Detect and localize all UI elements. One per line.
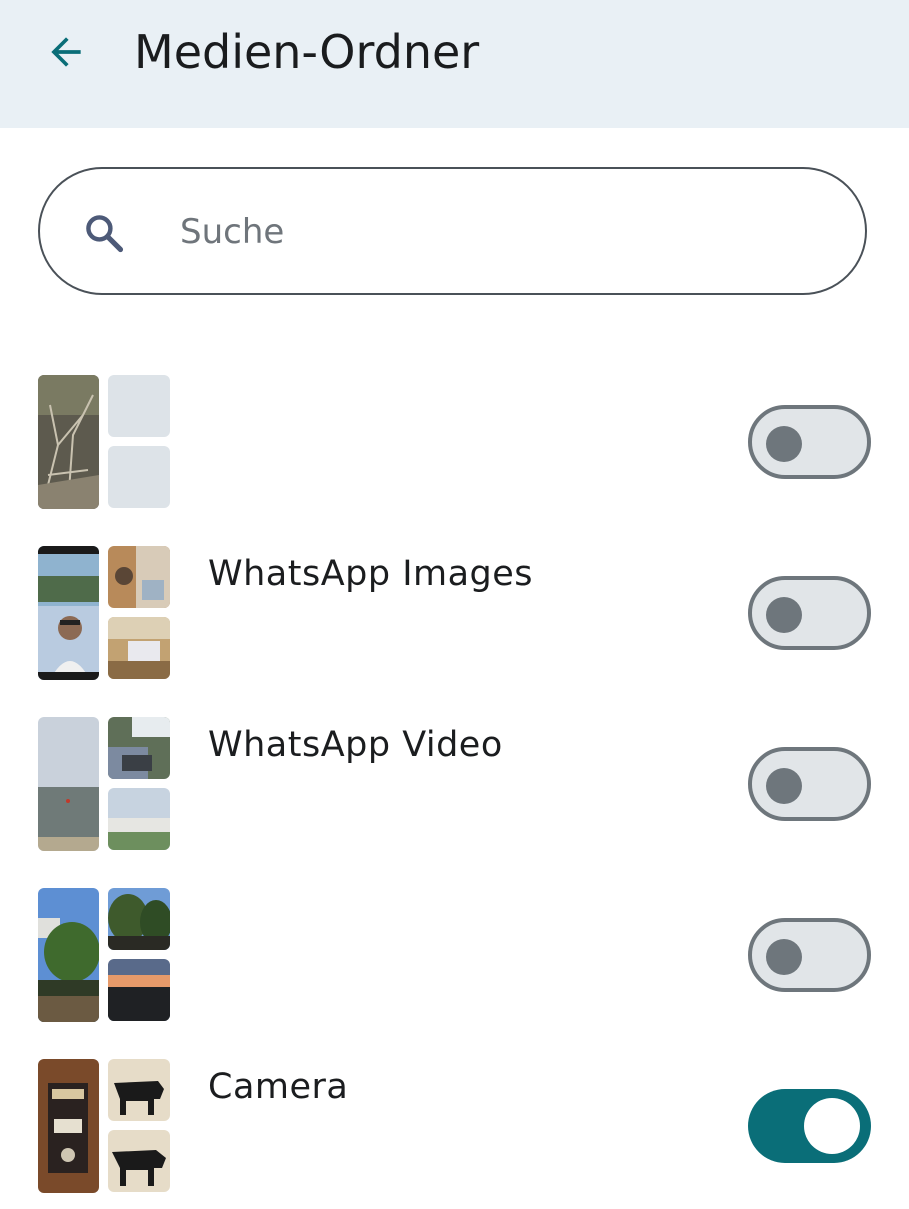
folder-row[interactable]: Camera [0, 1059, 909, 1209]
thumbnail-image [108, 617, 170, 679]
back-button[interactable] [30, 20, 102, 84]
thumbnail-image [108, 546, 170, 608]
thumbnail-image [108, 888, 170, 950]
thumbnail-image [38, 717, 99, 851]
folder-name: Camera [208, 1067, 349, 1107]
folder-row[interactable]: WhatsApp Images [0, 546, 909, 696]
thumbnail-placeholder [108, 446, 170, 508]
thumbnail-image [38, 546, 99, 680]
toggle-knob [766, 939, 802, 975]
search-bar[interactable] [38, 167, 867, 295]
thumbnail-image [108, 1130, 170, 1192]
folder-row[interactable] [0, 888, 909, 1038]
thumbnail-image [108, 1059, 170, 1121]
folder-toggle[interactable] [748, 747, 871, 821]
folder-thumbnails [38, 888, 170, 1022]
search-input[interactable] [180, 199, 780, 265]
top-app-bar: Medien-Ordner [0, 0, 909, 128]
toggle-knob [766, 768, 802, 804]
thumbnail-image [108, 717, 170, 779]
folder-toggle[interactable] [748, 576, 871, 650]
toggle-knob [804, 1098, 860, 1154]
folder-thumbnails [38, 717, 170, 851]
toggle-knob [766, 597, 802, 633]
folder-thumbnails [38, 1059, 170, 1193]
thumbnail-image [108, 788, 170, 850]
page-title: Medien-Ordner [134, 25, 480, 79]
toggle-knob [766, 426, 802, 462]
arrow-left-icon [51, 37, 81, 67]
thumbnail-image [38, 888, 99, 1022]
folder-row[interactable] [0, 375, 909, 525]
folder-thumbnails [38, 375, 170, 509]
thumbnail-image [38, 375, 99, 509]
thumbnail-placeholder [108, 375, 170, 437]
thumbnail-image [38, 1059, 99, 1193]
search-icon [86, 215, 124, 253]
folder-toggle[interactable] [748, 405, 871, 479]
thumbnail-image [108, 959, 170, 1021]
folder-toggle[interactable] [748, 918, 871, 992]
folder-name: WhatsApp Images [208, 554, 534, 594]
folder-toggle[interactable] [748, 1089, 871, 1163]
folder-row[interactable]: WhatsApp Video [0, 717, 909, 867]
folder-thumbnails [38, 546, 170, 680]
folder-name: WhatsApp Video [208, 725, 503, 765]
